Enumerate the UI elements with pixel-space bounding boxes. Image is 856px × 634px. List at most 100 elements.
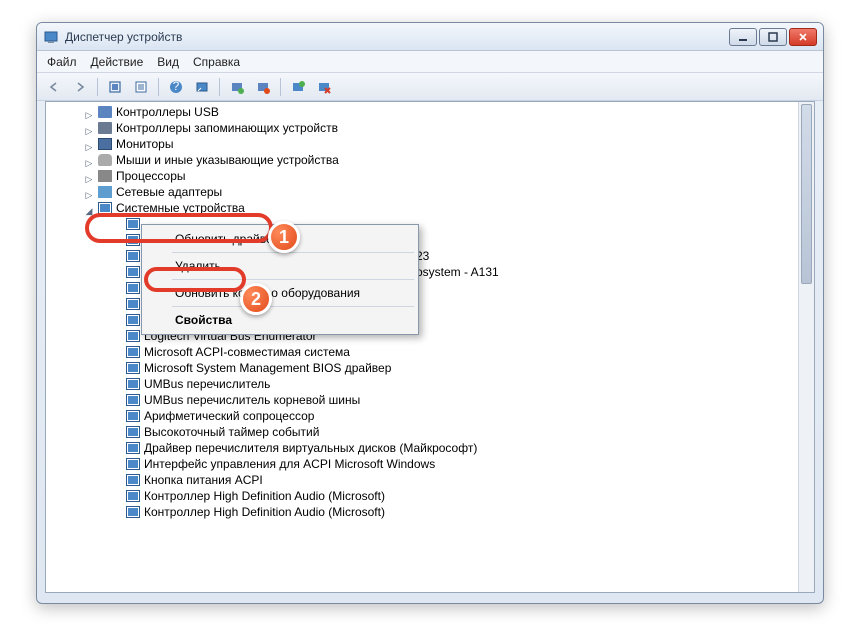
back-button[interactable] [43,76,65,98]
tree-scroll[interactable]: ▷Контроллеры USB▷Контроллеры запоминающи… [46,102,814,592]
expander-icon[interactable] [112,251,122,261]
expander-icon[interactable] [112,363,122,373]
expander-icon[interactable]: ▷ [84,107,94,117]
tree-item[interactable]: Драйвер перечислителя виртуальных дисков… [54,440,814,456]
menu-delete[interactable]: Удалить [144,255,416,277]
device-icon [126,490,140,502]
tree-item-label: Арифметический сопроцессор [144,408,314,424]
expander-icon[interactable] [112,459,122,469]
expander-icon[interactable] [112,507,122,517]
device-icon [126,218,140,230]
tree-item[interactable]: Кнопка питания ACPI [54,472,814,488]
update-driver-button[interactable] [226,76,248,98]
tree-item-label: UMBus перечислитель корневой шины [144,392,360,408]
device-icon [98,138,112,150]
tree-item-label: Кнопка питания ACPI [144,472,263,488]
device-icon [126,330,140,342]
expander-icon[interactable] [112,411,122,421]
maximize-button[interactable] [759,28,787,46]
expander-icon[interactable]: ▷ [84,171,94,181]
device-icon [126,474,140,486]
window-buttons [729,28,817,46]
titlebar: Диспетчер устройств [37,23,823,51]
tree-item-label: Мыши и иные указывающие устройства [116,152,339,168]
expander-icon[interactable]: ▷ [84,155,94,165]
tree-item-label: Высокоточный таймер событий [144,424,319,440]
device-icon [126,410,140,422]
tree-item-label: Microsoft ACPI-совместимая система [144,344,350,360]
uninstall-button[interactable] [252,76,274,98]
tree-item[interactable]: Арифметический сопроцессор [54,408,814,424]
device-icon [98,122,112,134]
tree-category-system-devices[interactable]: ◢ Системные устройства [54,200,814,216]
svg-text:?: ? [173,80,180,93]
expander-icon[interactable] [112,427,122,437]
expander-icon[interactable]: ◢ [84,203,94,213]
expander-icon[interactable] [112,267,122,277]
scroll-thumb[interactable] [801,104,812,284]
tree-item[interactable]: Контроллер High Definition Audio (Micros… [54,504,814,520]
tree-item[interactable]: Интерфейс управления для ACPI Microsoft … [54,456,814,472]
properties-button[interactable] [130,76,152,98]
menu-file[interactable]: Файл [47,55,77,69]
device-icon [126,282,140,294]
device-icon [98,106,112,118]
scan-button[interactable] [191,76,213,98]
menu-view[interactable]: Вид [157,55,179,69]
tree-category[interactable]: ▷ Мыши и иные указывающие устройства [54,152,814,168]
expander-icon[interactable] [112,379,122,389]
expander-icon[interactable] [112,443,122,453]
expander-icon[interactable] [112,331,122,341]
tree-category[interactable]: ▷ Мониторы [54,136,814,152]
expander-icon[interactable] [112,283,122,293]
toolbar: ? [37,73,823,101]
tree-item[interactable]: Контроллер High Definition Audio (Micros… [54,488,814,504]
expander-icon[interactable]: ▷ [84,139,94,149]
menu-separator [172,279,414,280]
tree-item[interactable]: Microsoft System Management BIOS драйвер [54,360,814,376]
scan-hw-button[interactable] [287,76,309,98]
expander-icon[interactable]: ▷ [84,187,94,197]
expander-icon[interactable] [112,395,122,405]
help-button[interactable]: ? [165,76,187,98]
tree-item[interactable]: Высокоточный таймер событий [54,424,814,440]
expander-icon[interactable] [112,299,122,309]
tree-item[interactable]: Microsoft ACPI-совместимая система [54,344,814,360]
device-icon [126,394,140,406]
device-icon [126,234,140,246]
tree-category[interactable]: ▷Контроллеры запоминающих устройств [54,120,814,136]
close-button[interactable] [789,28,817,46]
tree-item-label: Microsoft System Management BIOS драйвер [144,360,391,376]
menu-properties[interactable]: Свойства [144,309,416,331]
expander-icon[interactable] [112,491,122,501]
device-icon [126,506,140,518]
device-icon [126,314,140,326]
tree-item-label: UMBus перечислитель [144,376,270,392]
tree-item-label: Системные устройства [116,200,245,216]
toolbar-separator [97,78,98,96]
tree-category[interactable]: ▷Контроллеры USB [54,104,814,120]
toolbar-separator [280,78,281,96]
expander-icon[interactable] [112,235,122,245]
tree-category[interactable]: ▷Процессоры [54,168,814,184]
menu-help[interactable]: Справка [193,55,240,69]
device-icon [126,266,140,278]
expander-icon[interactable]: ▷ [84,123,94,133]
tree-category[interactable]: ▷Сетевые адаптеры [54,184,814,200]
forward-button[interactable] [69,76,91,98]
tree-item[interactable]: UMBus перечислитель корневой шины [54,392,814,408]
expander-icon[interactable] [112,347,122,357]
minimize-button[interactable] [729,28,757,46]
vertical-scrollbar[interactable] [798,102,814,592]
menu-action[interactable]: Действие [91,55,144,69]
menu-refresh-hw[interactable]: Обновить конфи о оборудования [144,282,416,304]
tree-item-label: Мониторы [116,136,173,152]
expander-icon[interactable] [112,315,122,325]
device-icon [126,442,140,454]
device-icon [126,346,140,358]
expander-icon[interactable] [112,219,122,229]
tree-item[interactable]: UMBus перечислитель [54,376,814,392]
expander-icon[interactable] [112,475,122,485]
disable-button[interactable] [313,76,335,98]
show-hidden-button[interactable] [104,76,126,98]
